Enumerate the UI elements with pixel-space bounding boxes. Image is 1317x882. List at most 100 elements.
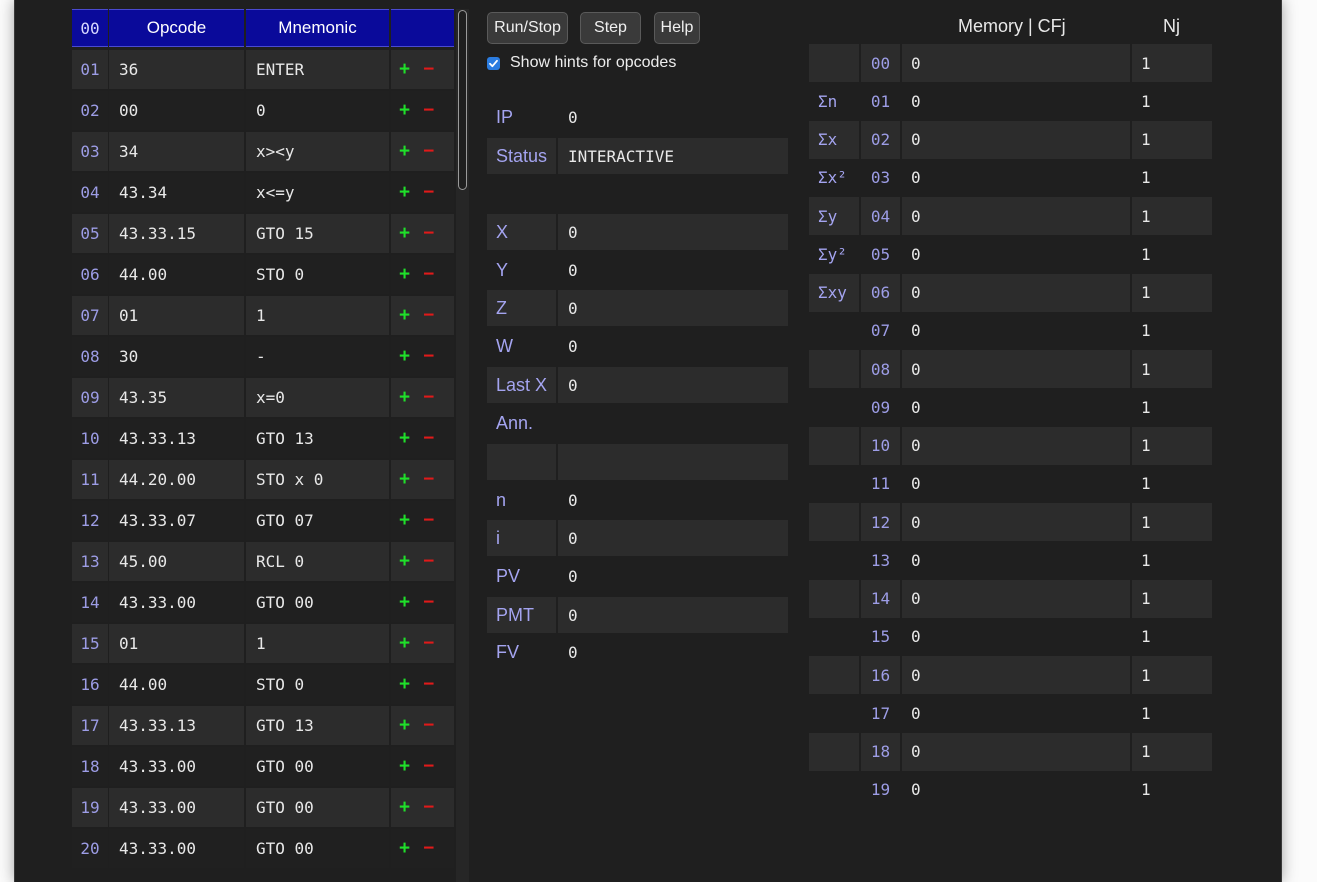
- program-row[interactable]: 05 43.33.15 GTO 15 + −: [72, 214, 454, 255]
- delete-step-button[interactable]: −: [423, 715, 434, 737]
- delete-step-button[interactable]: −: [423, 141, 434, 163]
- memory-nj: 1: [1132, 44, 1212, 82]
- opcode-cell[interactable]: 43.34: [109, 173, 244, 212]
- insert-step-button[interactable]: +: [399, 838, 410, 860]
- program-row[interactable]: 03 34 x><y + −: [72, 132, 454, 173]
- opcode-cell[interactable]: 44.00: [109, 255, 244, 294]
- delete-step-button[interactable]: −: [423, 797, 434, 819]
- delete-step-button[interactable]: −: [423, 592, 434, 614]
- program-row[interactable]: 06 44.00 STO 0 + −: [72, 255, 454, 296]
- delete-step-button[interactable]: −: [423, 838, 434, 860]
- mnemonic-cell: GTO 00: [246, 583, 389, 622]
- program-row[interactable]: 17 43.33.13 GTO 13 + −: [72, 706, 454, 747]
- insert-step-button[interactable]: +: [399, 633, 410, 655]
- step-number: 16: [72, 665, 108, 704]
- opcode-cell[interactable]: 34: [109, 132, 244, 171]
- insert-step-button[interactable]: +: [399, 100, 410, 122]
- insert-step-button[interactable]: +: [399, 551, 410, 573]
- program-row[interactable]: 10 43.33.13 GTO 13 + −: [72, 419, 454, 460]
- opcode-cell[interactable]: 43.33.15: [109, 214, 244, 253]
- opcode-cell[interactable]: 01: [109, 296, 244, 335]
- insert-step-button[interactable]: +: [399, 715, 410, 737]
- delete-step-button[interactable]: −: [423, 428, 434, 450]
- row-actions: + −: [391, 665, 454, 704]
- insert-step-button[interactable]: +: [399, 305, 410, 327]
- program-row[interactable]: 11 44.20.00 STO x 0 + −: [72, 460, 454, 501]
- memory-index: 15: [870, 627, 891, 647]
- opcode-cell[interactable]: 43.33.00: [109, 788, 244, 827]
- opcode-cell[interactable]: 44.20.00: [109, 460, 244, 499]
- mnemonic-cell: GTO 13: [246, 706, 389, 745]
- delete-step-button[interactable]: −: [423, 387, 434, 409]
- insert-step-button[interactable]: +: [399, 182, 410, 204]
- opcode-cell[interactable]: 45.00: [109, 542, 244, 581]
- program-row[interactable]: 14 43.33.00 GTO 00 + −: [72, 583, 454, 624]
- insert-step-button[interactable]: +: [399, 428, 410, 450]
- opcode-cell[interactable]: 36: [109, 50, 244, 89]
- delete-step-button[interactable]: −: [423, 551, 434, 573]
- run-stop-button[interactable]: Run/Stop: [487, 12, 568, 44]
- insert-step-button[interactable]: +: [399, 797, 410, 819]
- insert-step-button[interactable]: +: [399, 264, 410, 286]
- program-row[interactable]: 04 43.34 x<=y + −: [72, 173, 454, 214]
- insert-step-button[interactable]: +: [399, 756, 410, 778]
- delete-step-button[interactable]: −: [423, 346, 434, 368]
- memory-stat-label: Σxy: [809, 273, 859, 312]
- program-row[interactable]: 15 01 1 + −: [72, 624, 454, 665]
- insert-step-button[interactable]: +: [399, 469, 410, 491]
- opcode-cell[interactable]: 43.33.00: [109, 583, 244, 622]
- program-scrollbar[interactable]: [456, 9, 469, 882]
- show-hints-checkbox[interactable]: [487, 56, 500, 70]
- program-row[interactable]: 19 43.33.00 GTO 00 + −: [72, 788, 454, 829]
- insert-step-button[interactable]: +: [399, 510, 410, 532]
- insert-step-button[interactable]: +: [399, 141, 410, 163]
- delete-step-button[interactable]: −: [423, 469, 434, 491]
- program-scrollbar-thumb[interactable]: [458, 10, 467, 190]
- register-label: [487, 444, 556, 480]
- program-row[interactable]: 20 43.33.00 GTO 00 + −: [72, 829, 454, 870]
- delete-step-button[interactable]: −: [423, 756, 434, 778]
- opcode-cell[interactable]: 43.33.00: [109, 829, 244, 868]
- insert-step-button[interactable]: +: [399, 59, 410, 81]
- program-row[interactable]: 08 30- + −: [72, 337, 454, 378]
- program-row[interactable]: 18 43.33.00 GTO 00 + −: [72, 747, 454, 788]
- opcode-cell[interactable]: 43.33.00: [109, 747, 244, 786]
- delete-step-button[interactable]: −: [423, 510, 434, 532]
- show-hints-option[interactable]: Show hints for opcodes: [487, 54, 676, 72]
- opcode-cell[interactable]: 43.33.13: [109, 706, 244, 745]
- program-row[interactable]: 16 44.00 STO 0 + −: [72, 665, 454, 706]
- delete-step-button[interactable]: −: [423, 674, 434, 696]
- delete-step-button[interactable]: −: [423, 100, 434, 122]
- program-row[interactable]: 09 43.35 x=0 + −: [72, 378, 454, 419]
- program-row[interactable]: 12 43.33.07 GTO 07 + −: [72, 501, 454, 542]
- step-number: 14: [72, 583, 108, 622]
- opcode-cell[interactable]: 43.33.13: [109, 419, 244, 458]
- delete-step-button[interactable]: −: [423, 264, 434, 286]
- step-button[interactable]: Step: [580, 12, 641, 44]
- delete-step-button[interactable]: −: [423, 633, 434, 655]
- help-button[interactable]: Help: [654, 12, 700, 44]
- opcode-cell[interactable]: 01: [109, 624, 244, 663]
- opcode-cell[interactable]: 43.33.07: [109, 501, 244, 540]
- insert-step-button[interactable]: +: [399, 674, 410, 696]
- program-row[interactable]: 01 36 ENTER + −: [72, 50, 454, 91]
- delete-step-button[interactable]: −: [423, 305, 434, 327]
- delete-step-button[interactable]: −: [423, 223, 434, 245]
- memory-stat-label: [809, 465, 859, 503]
- opcode-cell[interactable]: 44.00: [109, 665, 244, 704]
- program-row[interactable]: 02 00 0 + −: [72, 91, 454, 132]
- insert-step-button[interactable]: +: [399, 223, 410, 245]
- row-actions: + −: [391, 50, 454, 89]
- program-row[interactable]: 13 45.00 RCL 0 + −: [72, 542, 454, 583]
- opcode-cell[interactable]: 43.35: [109, 378, 244, 417]
- insert-step-button[interactable]: +: [399, 346, 410, 368]
- memory-nj: 1: [1132, 732, 1212, 771]
- program-row[interactable]: 07 01 1 + −: [72, 296, 454, 337]
- opcode-cell[interactable]: 30: [109, 337, 244, 376]
- memory-value: 0: [902, 426, 1130, 465]
- insert-step-button[interactable]: +: [399, 592, 410, 614]
- delete-step-button[interactable]: −: [423, 182, 434, 204]
- insert-step-button[interactable]: +: [399, 387, 410, 409]
- delete-step-button[interactable]: −: [423, 59, 434, 81]
- opcode-cell[interactable]: 00: [109, 91, 244, 130]
